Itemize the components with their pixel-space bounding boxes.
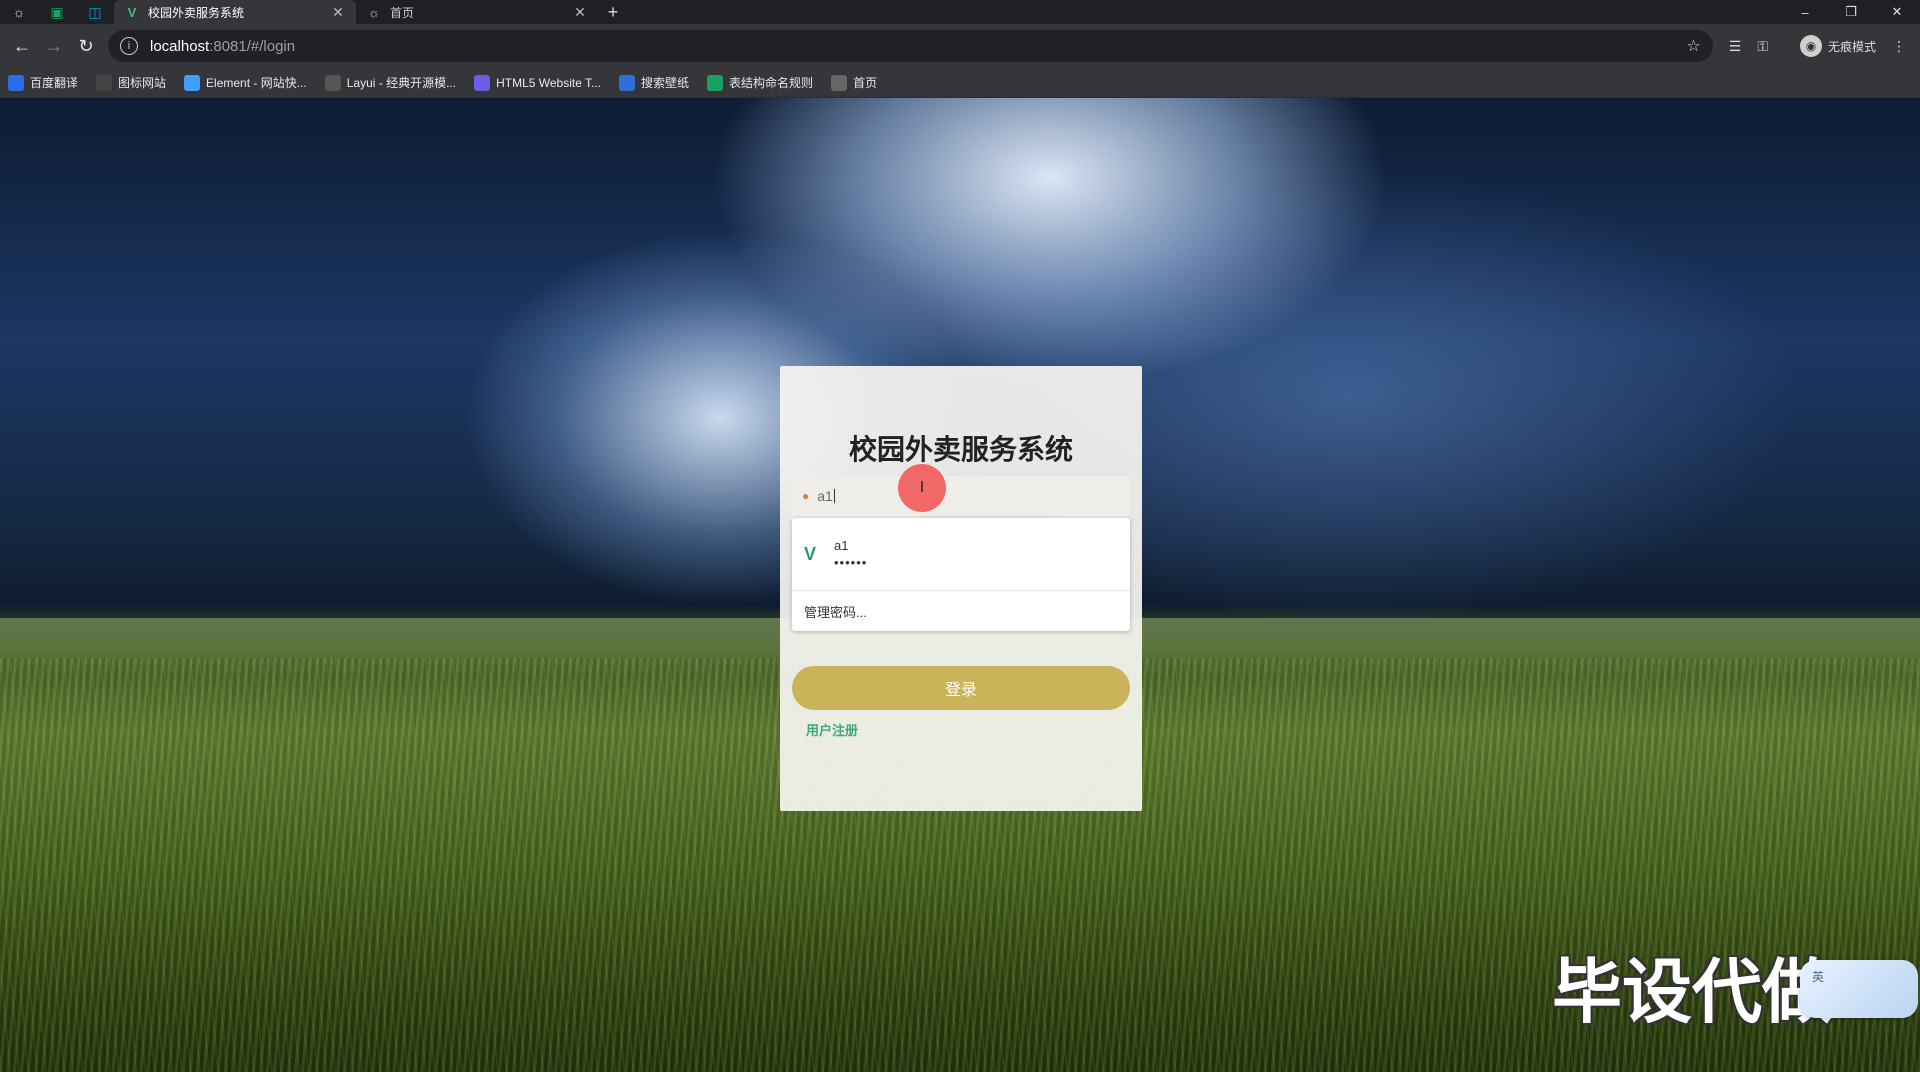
arrow-left-icon: ←: [13, 35, 31, 56]
bookmarks-bar: 百度翻译 图标网站 Element - 网站快... Layui - 经典开源模...…: [0, 68, 1920, 98]
element-logo-icon: [184, 74, 201, 91]
reload-icon: ↻: [78, 35, 94, 56]
bookmark-label: 百度翻译: [30, 76, 79, 90]
bookmark-item[interactable]: Layui - 经典开源模...: [324, 74, 457, 91]
bookmark-item[interactable]: 首页: [831, 74, 877, 91]
ime-indicator[interactable]: 英: [1800, 960, 1918, 1018]
cursor-highlight: I: [898, 464, 946, 512]
browser-toolbar: ← → ↻ i localhost:8081/#/login ☆ ☰ ⚿ ◉ 无…: [0, 24, 1920, 68]
toolbar-right: ☰ ⚿ ◉ 无痕模式 ⋮: [1713, 35, 1914, 57]
address-bar[interactable]: i localhost:8081/#/login ☆: [108, 30, 1713, 62]
flag-icon: [96, 74, 113, 91]
menu-kebab-icon[interactable]: ⋮: [1892, 38, 1906, 55]
tab-home[interactable]: ☼ 首页 ✕: [356, 0, 598, 24]
url-host: localhost: [150, 37, 210, 55]
bookmark-item[interactable]: HTML5 Website T...: [474, 74, 602, 91]
bookmark-item[interactable]: Element - 网站快...: [184, 74, 307, 91]
back-button[interactable]: ←: [6, 30, 38, 62]
key-icon[interactable]: ⚿: [1757, 38, 1768, 55]
vue-logo-icon: V: [127, 4, 137, 20]
layui-logo-icon: [324, 74, 341, 91]
login-card: 校园外卖服务系统 ● a1 V a1 •••••• 管理密码... 登录 用户注…: [780, 366, 1142, 811]
arrow-right-icon: →: [45, 35, 63, 56]
bookmark-item[interactable]: 表结构命名规则: [707, 74, 813, 91]
page-title: 校园外卖服务系统: [848, 434, 1073, 465]
username-input[interactable]: ● a1: [792, 476, 1130, 516]
close-icon[interactable]: ✕: [330, 4, 346, 21]
tab-login[interactable]: V 校园外卖服务系统 ✕: [114, 0, 356, 24]
globe-icon: ☼: [12, 4, 26, 20]
pinned-tab-bilibili[interactable]: ◫: [76, 0, 114, 24]
text-caret: [833, 489, 835, 503]
tab-title: 校园外卖服务系统: [148, 5, 245, 20]
reading-list-icon[interactable]: ☰: [1729, 38, 1742, 55]
sheet-icon: ▣: [50, 3, 64, 20]
bookmark-label: 搜索壁纸: [641, 76, 690, 90]
bookmark-item[interactable]: 图标网站: [96, 74, 166, 91]
bookmark-item[interactable]: 搜索壁纸: [619, 74, 689, 91]
register-link[interactable]: 用户注册: [806, 720, 858, 739]
pinned-tab-sheet[interactable]: ▣: [38, 0, 76, 24]
close-window-icon[interactable]: ✕: [1874, 0, 1920, 24]
new-tab-button[interactable]: +: [598, 0, 628, 24]
autofill-username: a1: [834, 538, 849, 553]
star-icon[interactable]: ☆: [1686, 36, 1700, 56]
text-cursor-icon: I: [919, 479, 925, 496]
tab-strip: ☼ ▣ ◫ V 校园外卖服务系统 ✕ ☼ 首页 ✕ + – ❐ ✕: [0, 0, 1920, 24]
wallpaper-icon: [619, 74, 636, 91]
login-button[interactable]: 登录: [792, 666, 1130, 710]
window-controls: – ❐ ✕: [1782, 0, 1920, 24]
minimize-icon[interactable]: –: [1782, 0, 1828, 24]
restore-icon[interactable]: ❐: [1828, 0, 1874, 24]
bookmark-label: 图标网站: [118, 76, 167, 90]
close-icon[interactable]: ✕: [572, 4, 588, 21]
translate-icon: [8, 74, 24, 91]
incognito-icon: ◉: [1799, 35, 1822, 57]
bookmark-label: Layui - 经典开源模...: [346, 76, 457, 90]
url-path: :8081/#/login: [209, 37, 296, 55]
globe-icon: [831, 74, 848, 91]
autofill-password: ••••••: [834, 555, 868, 570]
bookmark-item[interactable]: 百度翻译: [8, 74, 78, 91]
vue-logo-icon: V: [804, 543, 817, 564]
bookmark-label: Element - 网站快...: [206, 76, 307, 90]
autofill-suggestion[interactable]: V a1 ••••••: [792, 518, 1130, 591]
incognito-badge[interactable]: ◉ 无痕模式: [1784, 35, 1876, 57]
bookmark-label: HTML5 Website T...: [496, 75, 602, 90]
watermark-text: 毕设代做: [1552, 951, 1832, 1033]
info-icon[interactable]: i: [120, 37, 138, 55]
login-page: 校园外卖服务系统 ● a1 V a1 •••••• 管理密码... 登录 用户注…: [0, 98, 1920, 1072]
globe-icon: ☼: [368, 4, 380, 20]
ime-label: 英: [1812, 970, 1825, 984]
username-value: a1: [817, 488, 833, 504]
html5-icon: [474, 74, 491, 91]
user-icon: ●: [802, 489, 810, 503]
sheet-icon: [707, 74, 724, 91]
manage-passwords-item[interactable]: 管理密码...: [792, 591, 1130, 631]
bookmark-label: 首页: [853, 76, 878, 90]
autofill-dropdown: V a1 •••••• 管理密码...: [792, 518, 1130, 631]
bookmark-label: 表结构命名规则: [729, 76, 814, 90]
reload-button[interactable]: ↻: [70, 30, 102, 62]
pinned-tab-globe[interactable]: ☼: [0, 0, 38, 24]
tab-title: 首页: [390, 5, 415, 20]
forward-button[interactable]: →: [38, 30, 70, 62]
incognito-label: 无痕模式: [1827, 39, 1876, 54]
tv-icon: ◫: [88, 3, 102, 20]
